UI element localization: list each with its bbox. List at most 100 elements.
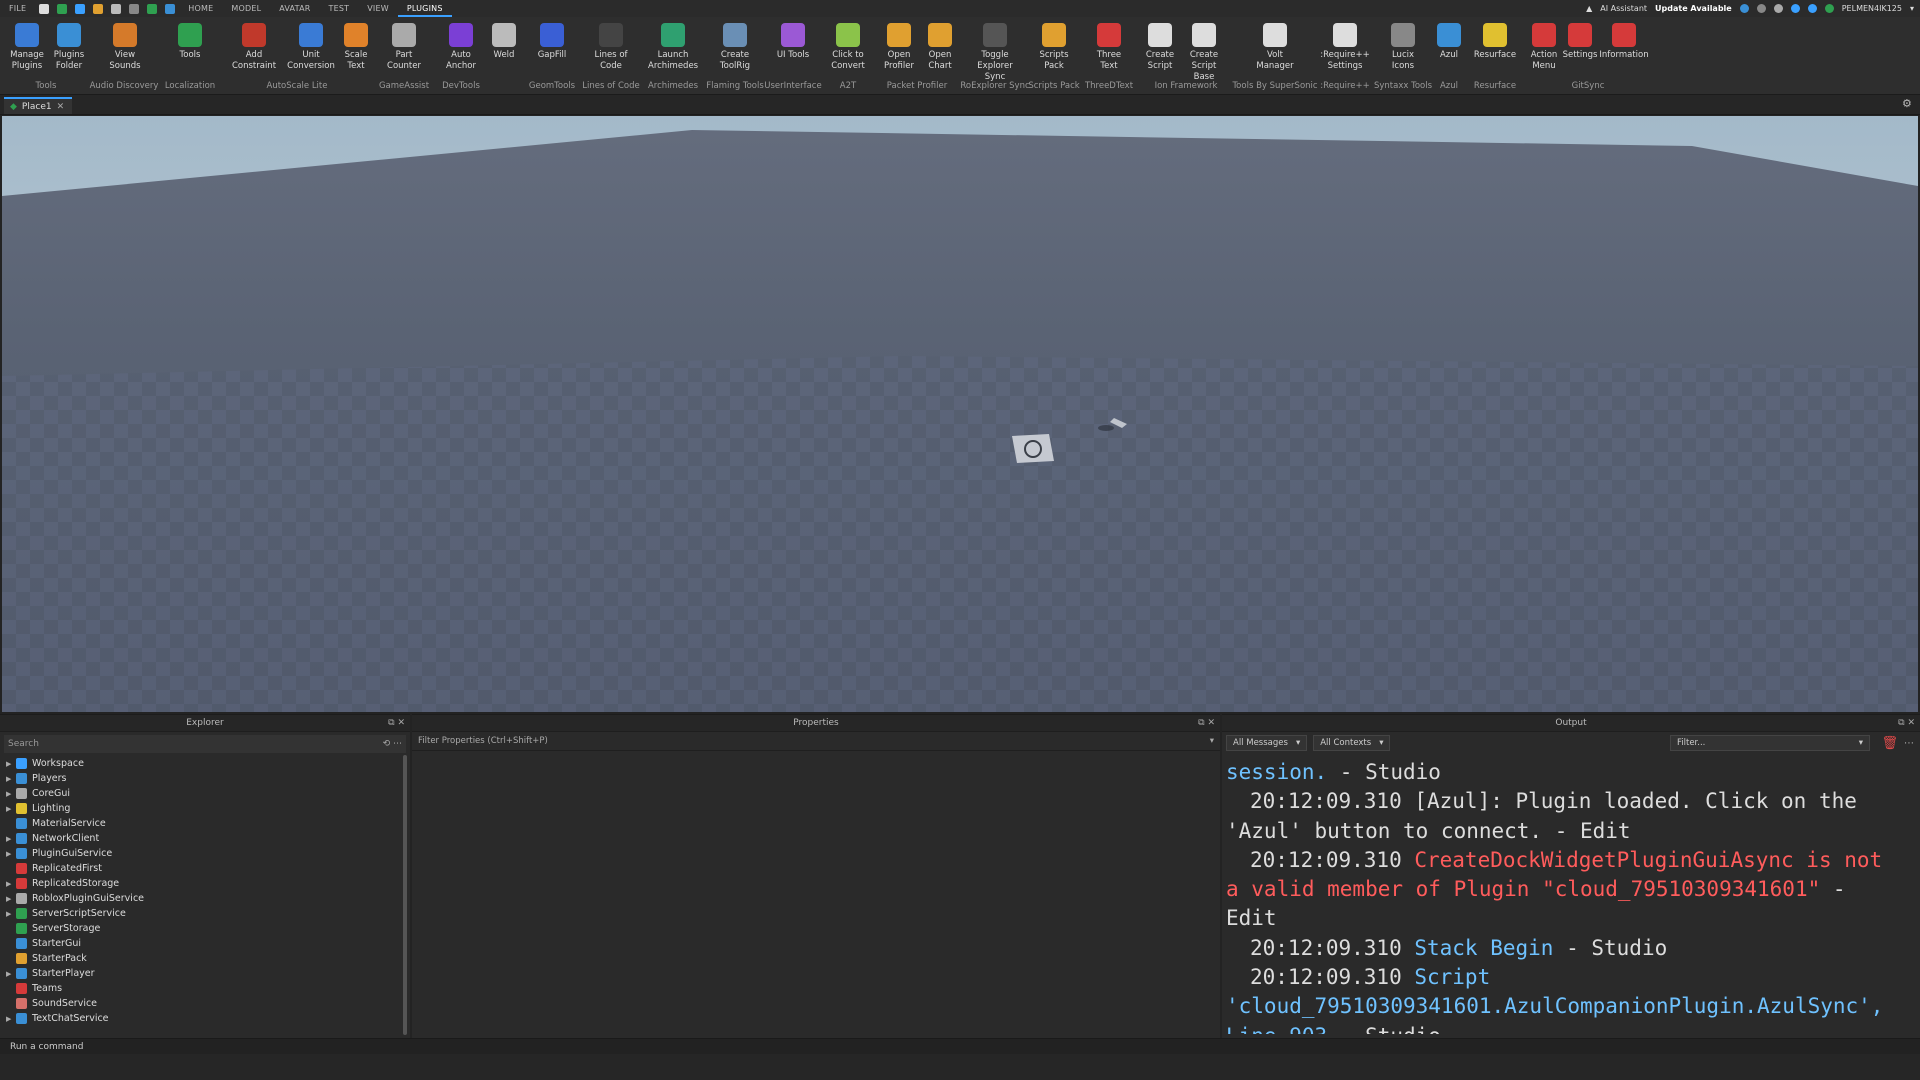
ribbon-tool-info[interactable]: Information — [1599, 23, 1649, 61]
tree-item[interactable]: ▶ RobloxPluginGuiService — [0, 891, 410, 906]
new-file-icon[interactable] — [39, 3, 50, 14]
close-icon[interactable]: ✕ — [397, 718, 405, 728]
tree-item[interactable]: ServerStorage — [0, 921, 410, 936]
menu-test[interactable]: TEST — [320, 0, 359, 17]
chevron-down-icon[interactable]: ▾ — [1910, 4, 1914, 13]
command-bar[interactable]: Run a command — [0, 1038, 1920, 1054]
ribbon-tool-resurface[interactable]: Resurface — [1470, 23, 1520, 61]
cloud-icon[interactable] — [1807, 4, 1817, 13]
tree-item[interactable]: ▶ CoreGui — [0, 786, 410, 801]
tree-item[interactable]: ▶ StarterPlayer — [0, 966, 410, 981]
baseplate-ground[interactable] — [2, 116, 1918, 712]
ribbon-tool-sync[interactable]: Toggle Explorer Sync — [970, 23, 1020, 83]
update-available-button[interactable]: Update Available — [1655, 4, 1732, 13]
menu-view[interactable]: VIEW — [358, 0, 398, 17]
chart-bars-icon[interactable] — [93, 3, 104, 14]
tree-item[interactable]: ▶ TextChatService — [0, 1011, 410, 1026]
expand-arrow-icon[interactable]: ▶ — [6, 970, 16, 978]
tree-item[interactable]: StarterPack — [0, 951, 410, 966]
ribbon-tool-require[interactable]: :Require++ Settings — [1320, 23, 1370, 72]
ribbon-tool-script[interactable]: Create Script — [1135, 23, 1185, 72]
ribbon-tool-3d-text[interactable]: Three Text — [1084, 23, 1134, 72]
tree-item[interactable]: ▶ NetworkClient — [0, 831, 410, 846]
expand-arrow-icon[interactable]: ▶ — [6, 805, 16, 813]
contexts-filter-dropdown[interactable]: All Contexts ▾ — [1313, 735, 1391, 751]
chat-icon[interactable] — [1773, 4, 1783, 13]
ribbon-tool-script-base[interactable]: Create Script Base — [1179, 23, 1229, 83]
explorer-scrollbar[interactable] — [403, 755, 407, 1035]
ribbon-tool-speaker[interactable]: View Sounds — [100, 23, 150, 72]
ribbon-tool-conversion[interactable]: Unit Conversion — [286, 23, 336, 72]
ribbon-tool-scripts-pack[interactable]: Scripts Pack — [1029, 23, 1079, 72]
history-icon[interactable]: ⟲ ⋯ — [383, 739, 402, 749]
explorer-search-input[interactable]: Search ⟲ ⋯ — [4, 735, 406, 753]
gear-icon[interactable]: ⚙ — [1902, 98, 1914, 110]
expand-arrow-icon[interactable]: ▶ — [6, 880, 16, 888]
menu-model[interactable]: MODEL — [222, 0, 270, 17]
script-icon[interactable] — [147, 3, 158, 14]
tab-place1[interactable]: ◆ Place1 ✕ — [4, 97, 73, 114]
3d-viewport[interactable] — [2, 116, 1918, 712]
chevron-up-icon[interactable]: ▲ — [1586, 4, 1592, 13]
tree-item[interactable]: ▶ PluginGuiService — [0, 846, 410, 861]
properties-filter-input[interactable]: Filter Properties (Ctrl+Shift+P) ▾ — [412, 732, 1220, 751]
command-input[interactable]: Run a command — [10, 1042, 83, 1052]
trash-icon[interactable]: 🗑 — [1881, 736, 1898, 751]
close-icon[interactable]: ✕ — [1207, 718, 1215, 728]
tree-item[interactable]: ▶ ReplicatedStorage — [0, 876, 410, 891]
undock-icon[interactable]: ⧉ — [388, 718, 394, 728]
publish-icon[interactable] — [57, 3, 68, 14]
expand-arrow-icon[interactable]: ▶ — [6, 895, 16, 903]
ribbon-tool-scale-text[interactable]: Scale Text — [331, 23, 381, 72]
tree-item[interactable]: ▶ Lighting — [0, 801, 410, 816]
ribbon-tool-weld[interactable]: Weld — [479, 23, 529, 61]
tree-item[interactable]: MaterialService — [0, 816, 410, 831]
ribbon-tool-azul[interactable]: Azul — [1424, 23, 1474, 61]
menu-file[interactable]: FILE — [0, 0, 35, 17]
record-icon[interactable] — [1756, 4, 1766, 13]
expand-arrow-icon[interactable]: ▶ — [6, 790, 16, 798]
ribbon-tool-chart[interactable]: Open Chart — [915, 23, 965, 72]
messages-filter-dropdown[interactable]: All Messages ▾ — [1226, 735, 1308, 751]
ribbon-tool-archimedes[interactable]: Launch Archimedes — [648, 23, 698, 72]
expand-arrow-icon[interactable]: ▶ — [6, 775, 16, 783]
username[interactable]: PELMEN4IK125 — [1842, 4, 1902, 13]
ribbon-tool-ui-tools[interactable]: UI Tools — [768, 23, 818, 61]
info-icon[interactable] — [1790, 4, 1800, 13]
tree-item[interactable]: StarterGui — [0, 936, 410, 951]
ai-assistant-button[interactable]: AI Assistant — [1600, 4, 1647, 13]
tree-item[interactable]: ReplicatedFirst — [0, 861, 410, 876]
undock-icon[interactable]: ⧉ — [1198, 718, 1204, 728]
tree-item[interactable]: ▶ ServerScriptService — [0, 906, 410, 921]
tree-item[interactable]: ▶ Players — [0, 771, 410, 786]
tree-item[interactable]: Teams — [0, 981, 410, 996]
ribbon-tool-gapfill[interactable]: GapFill — [527, 23, 577, 61]
ribbon-tool-cube[interactable]: Part Counter — [379, 23, 429, 72]
ribbon-tool-settings[interactable]: Settings — [1555, 23, 1605, 61]
cube-icon[interactable] — [111, 3, 122, 14]
ribbon-tool-toolrig[interactable]: Create ToolRig — [710, 23, 760, 72]
output-filter-input[interactable]: Filter... ▾ — [1670, 735, 1870, 751]
tree-item[interactable]: ▶ Workspace — [0, 756, 410, 771]
ribbon-tool-volt[interactable]: Volt Manager — [1250, 23, 1300, 72]
ribbon-tool-convert[interactable]: Click to Convert — [823, 23, 873, 72]
menu-plugins[interactable]: PLUGINS — [397, 0, 452, 17]
bookmark-icon[interactable] — [165, 3, 176, 14]
expand-arrow-icon[interactable]: ▶ — [6, 760, 16, 768]
ribbon-tool-lucix[interactable]: Lucix Icons — [1378, 23, 1428, 72]
ribbon-tool-folder[interactable]: Plugins Folder — [44, 23, 94, 72]
ribbon-tool-loc[interactable]: Lines of Code — [586, 23, 636, 72]
output-log[interactable]: session. - Studio 20:12:09.310 [Azul]: Pl… — [1222, 754, 1920, 1034]
expand-arrow-icon[interactable]: ▶ — [6, 835, 16, 843]
menu-home[interactable]: HOME — [179, 0, 222, 17]
more-icon[interactable]: ⋯ — [1904, 738, 1914, 749]
close-icon[interactable]: ✕ — [1907, 718, 1915, 728]
tree-item[interactable]: SoundService — [0, 996, 410, 1011]
stop-icon[interactable] — [129, 3, 140, 14]
undock-icon[interactable]: ⧉ — [1898, 718, 1904, 728]
menu-avatar[interactable]: AVATAR — [270, 0, 319, 17]
expand-arrow-icon[interactable]: ▶ — [6, 850, 16, 858]
chevron-down-icon[interactable]: ▾ — [1210, 736, 1214, 746]
plugin-icon[interactable] — [75, 3, 86, 14]
expand-arrow-icon[interactable]: ▶ — [6, 1015, 16, 1023]
